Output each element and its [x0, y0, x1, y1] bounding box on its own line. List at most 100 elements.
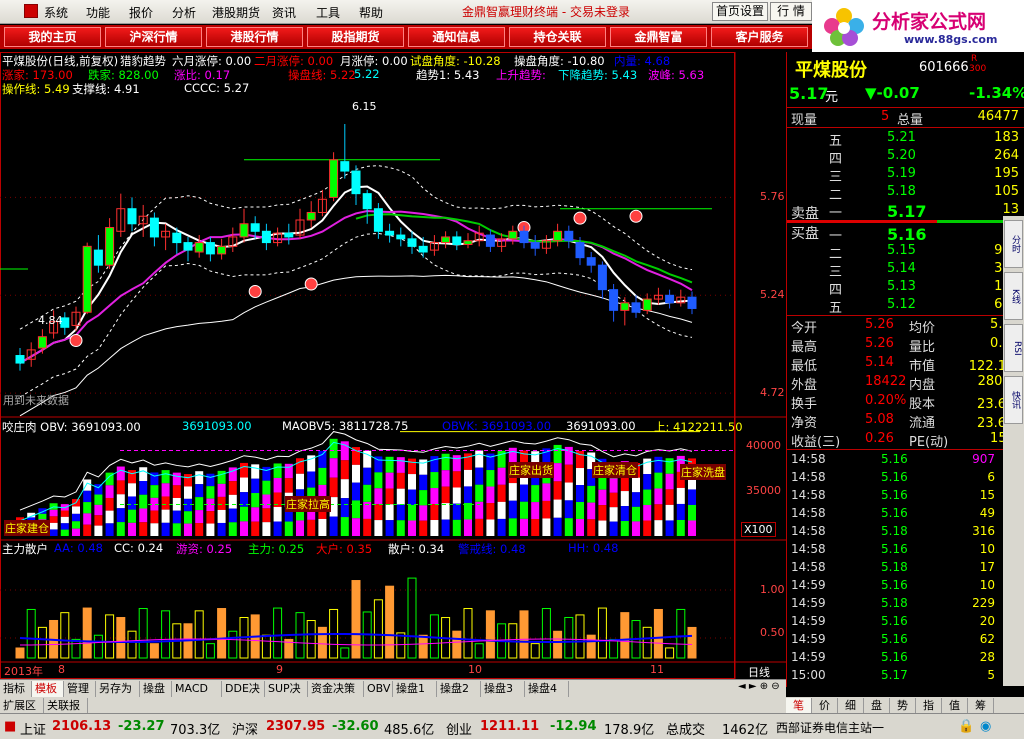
- signal-ball-icon: [573, 211, 587, 225]
- broker-server[interactable]: 西部证券电信主站一: [776, 719, 884, 736]
- quote-tab-7[interactable]: 筹: [968, 698, 994, 714]
- tab-5[interactable]: MACD基本: [172, 681, 222, 710]
- tab-8[interactable]: 资金决策: [308, 681, 364, 697]
- obv-bar: [340, 460, 349, 480]
- date-axis-label: 11: [650, 663, 664, 676]
- side-tab-3[interactable]: 快讯: [1004, 376, 1023, 424]
- obv-bar: [508, 500, 517, 519]
- stat-cell: 5.14: [865, 355, 894, 370]
- obv-bar: [609, 492, 618, 508]
- nav-3[interactable]: 股指期货: [307, 27, 404, 47]
- vol-bar: [665, 647, 675, 659]
- obv-bar: [262, 466, 271, 481]
- side-tab-2[interactable]: RSI: [1004, 324, 1023, 372]
- obv-bar: [161, 470, 170, 484]
- obv-bar: [688, 520, 696, 536]
- quote-tab-3[interactable]: 盘: [864, 698, 890, 714]
- obv-bar: [464, 502, 472, 520]
- obv-bar: [452, 487, 461, 504]
- candle-body: [452, 236, 462, 245]
- stock-chart[interactable]: [0, 52, 786, 679]
- quote-tab-6[interactable]: 值: [942, 698, 968, 714]
- brand-url[interactable]: www.88gs.com: [904, 33, 997, 46]
- obv-bar: [217, 470, 226, 484]
- side-tab-0[interactable]: 分时: [1004, 220, 1023, 268]
- menu-item[interactable]: 港股期货: [212, 4, 260, 21]
- tab-7[interactable]: SUP决策: [265, 681, 308, 710]
- stat-row: 收益(三)0.26PE(动)15.1: [787, 431, 1024, 450]
- menu-item[interactable]: 帮助: [359, 4, 383, 21]
- nav-1[interactable]: 沪深行情: [105, 27, 202, 47]
- obv-bar: [520, 501, 528, 519]
- date-axis-label: 9: [276, 663, 283, 676]
- candle-body: [530, 242, 540, 249]
- side-tab-1[interactable]: K线: [1004, 272, 1023, 320]
- candle-body: [586, 257, 596, 266]
- menu-item[interactable]: 功能: [86, 4, 110, 21]
- tab-0[interactable]: 指标: [0, 681, 32, 697]
- vol-bar: [586, 634, 596, 659]
- nav-5[interactable]: 持仓关联: [509, 27, 606, 47]
- sh-turnover: 703.3亿: [170, 723, 221, 738]
- bottom-tab-0[interactable]: 扩展区: [0, 698, 44, 714]
- homepage-settings-button[interactable]: 首页设置: [712, 2, 768, 21]
- nav-4[interactable]: 通知信息: [408, 27, 505, 47]
- tab-10[interactable]: 操盘1: [393, 681, 437, 697]
- indicator-indl2-4: 5.22: [354, 67, 380, 81]
- chart-nav-controls[interactable]: ◄ ► ⊕ ⊖: [738, 681, 780, 692]
- obv-bar: [643, 458, 652, 475]
- quote-tab-4[interactable]: 势: [890, 698, 916, 714]
- obv-bar: [374, 504, 383, 521]
- candle-body: [463, 240, 473, 245]
- quote-tab-1[interactable]: 价: [812, 698, 838, 714]
- nav-7[interactable]: 客户服务: [711, 27, 808, 47]
- bottom-tab-1[interactable]: 关联报价: [44, 698, 88, 727]
- nav-0[interactable]: 我的主页: [4, 27, 101, 47]
- vol-bar: [116, 617, 126, 659]
- tab-13[interactable]: 操盘4: [525, 681, 569, 697]
- tab-9[interactable]: OBV: [364, 681, 393, 697]
- price-change: ▼-0.07: [865, 84, 920, 102]
- tab-4[interactable]: 操盘: [140, 681, 172, 697]
- quote-tab-bar: 笔价细盘势指值筹: [786, 697, 1024, 714]
- obv-bar: [49, 522, 58, 530]
- tab-2[interactable]: 管理: [64, 681, 96, 697]
- quote-button[interactable]: 行 情: [770, 2, 812, 21]
- indicator-tab-bar: 指标模板管理另存为操盘MACD基本DDE决策SUP决策资金决策OBV操盘1操盘2…: [0, 679, 786, 710]
- vol-bar: [261, 634, 271, 659]
- menu-item[interactable]: 资讯: [272, 4, 296, 21]
- obv-bar: [72, 506, 80, 514]
- quote-tab-0[interactable]: 笔: [786, 698, 812, 714]
- obv-bar: [262, 508, 271, 523]
- tab-1[interactable]: 模板: [32, 681, 64, 697]
- book-price: 5.17: [887, 202, 927, 221]
- lock-icon[interactable]: 🔒: [958, 719, 974, 734]
- nav-2[interactable]: 港股行情: [206, 27, 303, 47]
- obv-bar: [195, 510, 204, 524]
- nav-6[interactable]: 金鼎智富: [610, 27, 707, 47]
- tab-3[interactable]: 另存为: [96, 681, 140, 697]
- vol-bar: [485, 610, 495, 659]
- menu-item[interactable]: 系统: [44, 4, 68, 21]
- candle-body: [597, 264, 607, 291]
- quote-tab-2[interactable]: 细: [838, 698, 864, 714]
- tab-12[interactable]: 操盘3: [481, 681, 525, 697]
- menu-item[interactable]: 报价: [129, 4, 153, 21]
- menu-item[interactable]: 工具: [316, 4, 340, 21]
- obv-bar: [83, 524, 92, 536]
- tab-11[interactable]: 操盘2: [437, 681, 481, 697]
- quote-tab-5[interactable]: 指: [916, 698, 942, 714]
- vol-bar: [15, 647, 25, 659]
- obv-bar: [665, 504, 674, 521]
- obv-bar: [598, 520, 607, 536]
- tick-cell: 14:59: [791, 578, 826, 592]
- obv-bar: [620, 476, 629, 492]
- book-price: 5.14: [887, 261, 916, 276]
- tab-6[interactable]: DDE决策: [222, 681, 265, 710]
- tick-cell: 14:58: [791, 560, 826, 574]
- menu-item[interactable]: 分析: [172, 4, 196, 21]
- obv-bar: [654, 504, 663, 521]
- obv-bar: [419, 474, 428, 491]
- candle-body: [665, 294, 675, 304]
- candle-body: [340, 161, 350, 172]
